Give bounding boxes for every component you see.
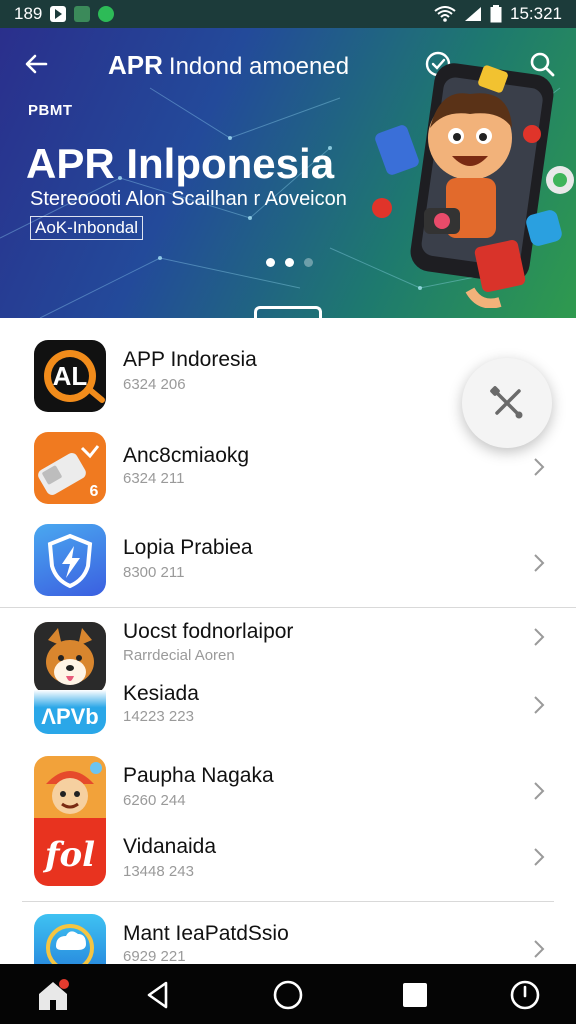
app-meta: 6929 221 (123, 948, 186, 965)
tools-icon (490, 386, 523, 419)
recents-square-icon[interactable] (398, 978, 432, 1012)
list-item[interactable]: Uocst fodnorlaipor Rarrdecial Aoren (0, 608, 576, 694)
status-time-left: 189 (14, 4, 43, 23)
home-icon[interactable] (36, 978, 70, 1012)
chevron-right-icon[interactable] (532, 780, 546, 802)
list-item[interactable]: Lopia Prabiea 8300 211 (0, 518, 576, 608)
hero-title: APR Inlponesia (26, 140, 335, 187)
hero-topbar-title-bold: APR (108, 50, 163, 80)
app-meta: 8300 211 (123, 564, 185, 581)
tools-fab-button[interactable] (462, 358, 552, 448)
app-meta: 13448 243 (123, 863, 194, 880)
shield-bolt-icon (34, 524, 106, 596)
svg-text:fol: fol (43, 835, 95, 875)
system-nav-bar (0, 964, 576, 1024)
home-circle-icon[interactable] (271, 978, 305, 1012)
carousel-dot[interactable] (285, 258, 294, 267)
svg-text:6: 6 (90, 483, 99, 500)
blue-badge-icon: ΛPVb (34, 690, 106, 734)
carousel-dot[interactable] (266, 258, 275, 267)
list-item[interactable]: Mant IeaPatdSsio 6929 221 (0, 902, 576, 965)
cloud-globe-icon (34, 914, 106, 964)
fol-logo-icon: fol (34, 818, 106, 886)
chevron-right-icon[interactable] (532, 846, 546, 868)
chevron-right-icon[interactable] (532, 626, 546, 648)
back-arrow-icon[interactable] (22, 50, 50, 78)
usb-drive-icon: 6 (34, 432, 106, 504)
gallery-notification-icon (74, 6, 91, 22)
hero-topbar-title-rest: Indond amoened (168, 53, 350, 80)
hero-banner[interactable]: APR Indond amoened PBMT APR Inlponesia St… (0, 28, 576, 318)
hero-carousel-dots[interactable] (266, 258, 313, 267)
power-icon[interactable] (508, 978, 542, 1012)
back-triangle-icon[interactable] (142, 978, 176, 1012)
app-name: Kesiada (123, 682, 199, 705)
status-bar: 189 15:321 (0, 0, 576, 28)
app-name: Paupha Nagaka (123, 764, 274, 787)
list-item[interactable]: Paupha Nagaka 6260 244 (0, 746, 576, 818)
app-meta: 14223 223 (123, 708, 194, 725)
whatsapp-notification-icon (98, 6, 115, 22)
chevron-right-icon[interactable] (532, 456, 546, 478)
list-item[interactable]: fol Vidanaida 13448 243 (0, 818, 576, 900)
mascot-phone-illustration (372, 63, 574, 308)
app-name: Uocst fodnorlaipor (123, 620, 294, 643)
app-name: Vidanaida (123, 835, 217, 858)
chevron-right-icon[interactable] (532, 938, 546, 960)
hero-tag: AoK-Inbondal (30, 216, 144, 240)
chevron-right-icon[interactable] (532, 552, 546, 574)
hero-topbar-title: APR Indond amoened (108, 50, 349, 81)
chevron-right-icon[interactable] (532, 694, 546, 716)
svg-text:AL: AL (53, 361, 88, 391)
hero-subtitle: Stereoooti Alon Scailhan r Aoveicon (30, 188, 347, 210)
app-meta: 6324 206 (123, 376, 186, 393)
al-logo-icon: AL (34, 340, 106, 412)
app-meta: Rarrdecial Aoren (123, 647, 235, 664)
carousel-dot[interactable] (304, 258, 313, 267)
app-name: APP Indoresia (123, 348, 257, 371)
cartoon-worker-icon (34, 756, 106, 818)
app-name: Anc8cmiaokg (123, 444, 250, 467)
play-notification-icon (50, 6, 67, 22)
battery-icon (490, 5, 502, 23)
app-name: Lopia Prabiea (123, 536, 253, 559)
app-meta: 6324 211 (123, 470, 185, 487)
svg-text:ΛPVb: ΛPVb (41, 704, 98, 729)
app-name: Mant IeaPatdSsio (123, 922, 289, 945)
hero-eyebrow: PBMT (28, 102, 73, 119)
signal-icon (465, 7, 481, 21)
list-item[interactable]: ΛPVb Kesiada 14223 223 (0, 666, 576, 746)
hero-drag-handle[interactable] (254, 306, 322, 318)
wifi-icon (434, 6, 456, 22)
app-meta: 6260 244 (123, 792, 186, 809)
status-time-right: 15:321 (510, 4, 562, 23)
